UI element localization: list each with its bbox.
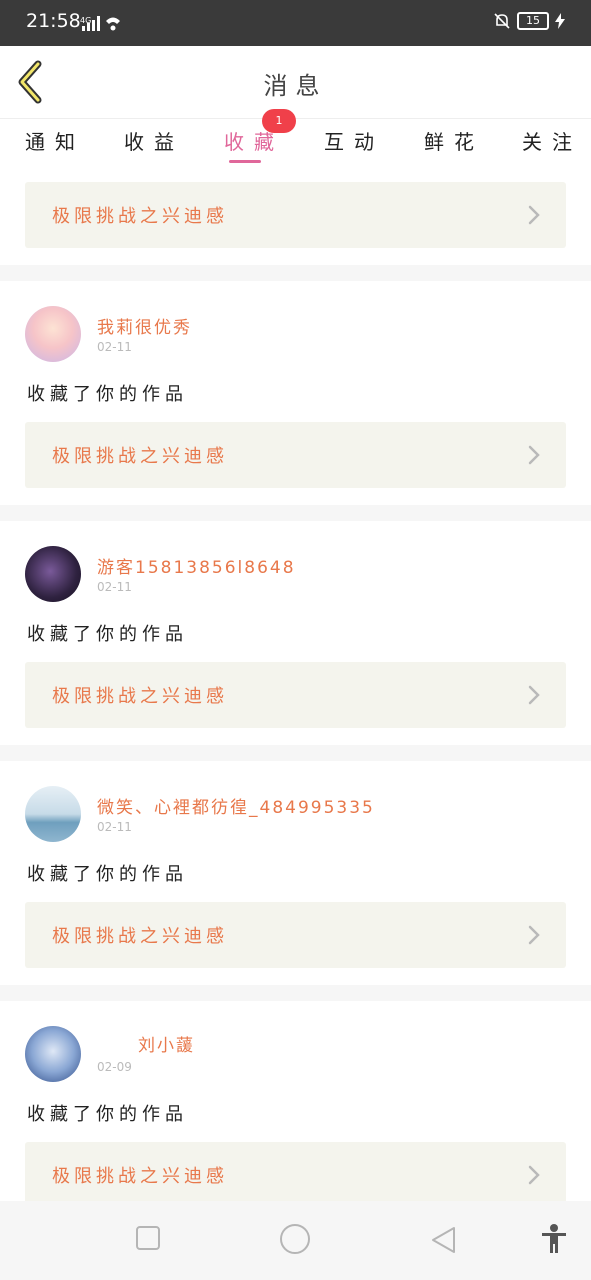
back-nav-button[interactable]	[429, 1225, 457, 1259]
work-link-card[interactable]: 极限挑战之兴迪感	[25, 1142, 566, 1208]
tab-bar: 通知 收益 收藏 1 互动 鲜花 关注	[0, 109, 591, 168]
status-bar: 21:58 4G 15	[0, 0, 591, 46]
message-date: 02-11	[97, 580, 132, 594]
active-tab-indicator	[229, 160, 261, 163]
avatar[interactable]	[25, 546, 81, 602]
user-name[interactable]: 微笑、心裡都彷徨_484995335	[97, 793, 375, 818]
avatar[interactable]	[25, 306, 81, 362]
system-nav-bar	[0, 1201, 591, 1280]
avatar[interactable]	[25, 1026, 81, 1082]
tab-following[interactable]: 关注	[522, 126, 582, 155]
work-title: 极限挑战之兴迪感	[52, 1166, 228, 1187]
divider	[0, 505, 591, 521]
tab-notifications[interactable]: 通知	[25, 126, 85, 155]
charging-icon	[555, 13, 565, 29]
home-button[interactable]	[279, 1223, 311, 1259]
work-link-card[interactable]: 极限挑战之兴迪感	[25, 902, 566, 968]
user-name[interactable]: 刘小蘐	[138, 1031, 195, 1056]
work-link-card[interactable]: 极限挑战之兴迪感	[25, 662, 566, 728]
divider	[0, 265, 591, 281]
header: 消息	[0, 46, 591, 119]
user-name[interactable]: 游客15813856l8648	[97, 553, 296, 578]
chevron-right-icon	[528, 925, 540, 945]
chevron-right-icon	[528, 685, 540, 705]
recents-button[interactable]	[135, 1225, 161, 1255]
favorites-badge: 1	[262, 109, 296, 133]
divider	[0, 745, 591, 761]
work-title: 极限挑战之兴迪感	[52, 206, 228, 227]
divider	[0, 985, 591, 1001]
message-text: 收藏了你的作品	[27, 864, 188, 885]
message-text: 收藏了你的作品	[27, 624, 188, 645]
square-icon	[136, 1226, 160, 1250]
message-date: 02-09	[97, 1060, 132, 1074]
tab-flowers[interactable]: 鲜花	[424, 126, 484, 155]
message-date: 02-11	[97, 340, 132, 354]
chevron-right-icon	[528, 445, 540, 465]
triangle-back-icon	[432, 1227, 455, 1253]
work-link-card[interactable]: 极限挑战之兴迪感	[25, 182, 566, 248]
chevron-right-icon	[528, 1165, 540, 1185]
message-date: 02-11	[97, 820, 132, 834]
message-text: 收藏了你的作品	[27, 1104, 188, 1125]
tab-earnings[interactable]: 收益	[124, 126, 184, 155]
user-name[interactable]: 我莉很优秀	[97, 313, 192, 338]
accessibility-icon	[542, 1224, 566, 1253]
page-title: 消息	[263, 72, 328, 100]
signal-icon: 4G	[80, 14, 124, 36]
chevron-right-icon	[528, 205, 540, 225]
work-title: 极限挑战之兴迪感	[52, 446, 228, 467]
work-title: 极限挑战之兴迪感	[52, 686, 228, 707]
work-title: 极限挑战之兴迪感	[52, 926, 228, 947]
avatar[interactable]	[25, 786, 81, 842]
mute-icon	[494, 13, 510, 29]
accessibility-button[interactable]	[540, 1223, 568, 1259]
message-text: 收藏了你的作品	[27, 384, 188, 405]
status-time: 21:58	[26, 10, 81, 32]
tab-interactions[interactable]: 互动	[324, 126, 384, 155]
status-right: 15	[493, 12, 565, 30]
work-link-card[interactable]: 极限挑战之兴迪感	[25, 422, 566, 488]
circle-icon	[280, 1224, 310, 1254]
battery-icon: 15	[517, 12, 549, 30]
